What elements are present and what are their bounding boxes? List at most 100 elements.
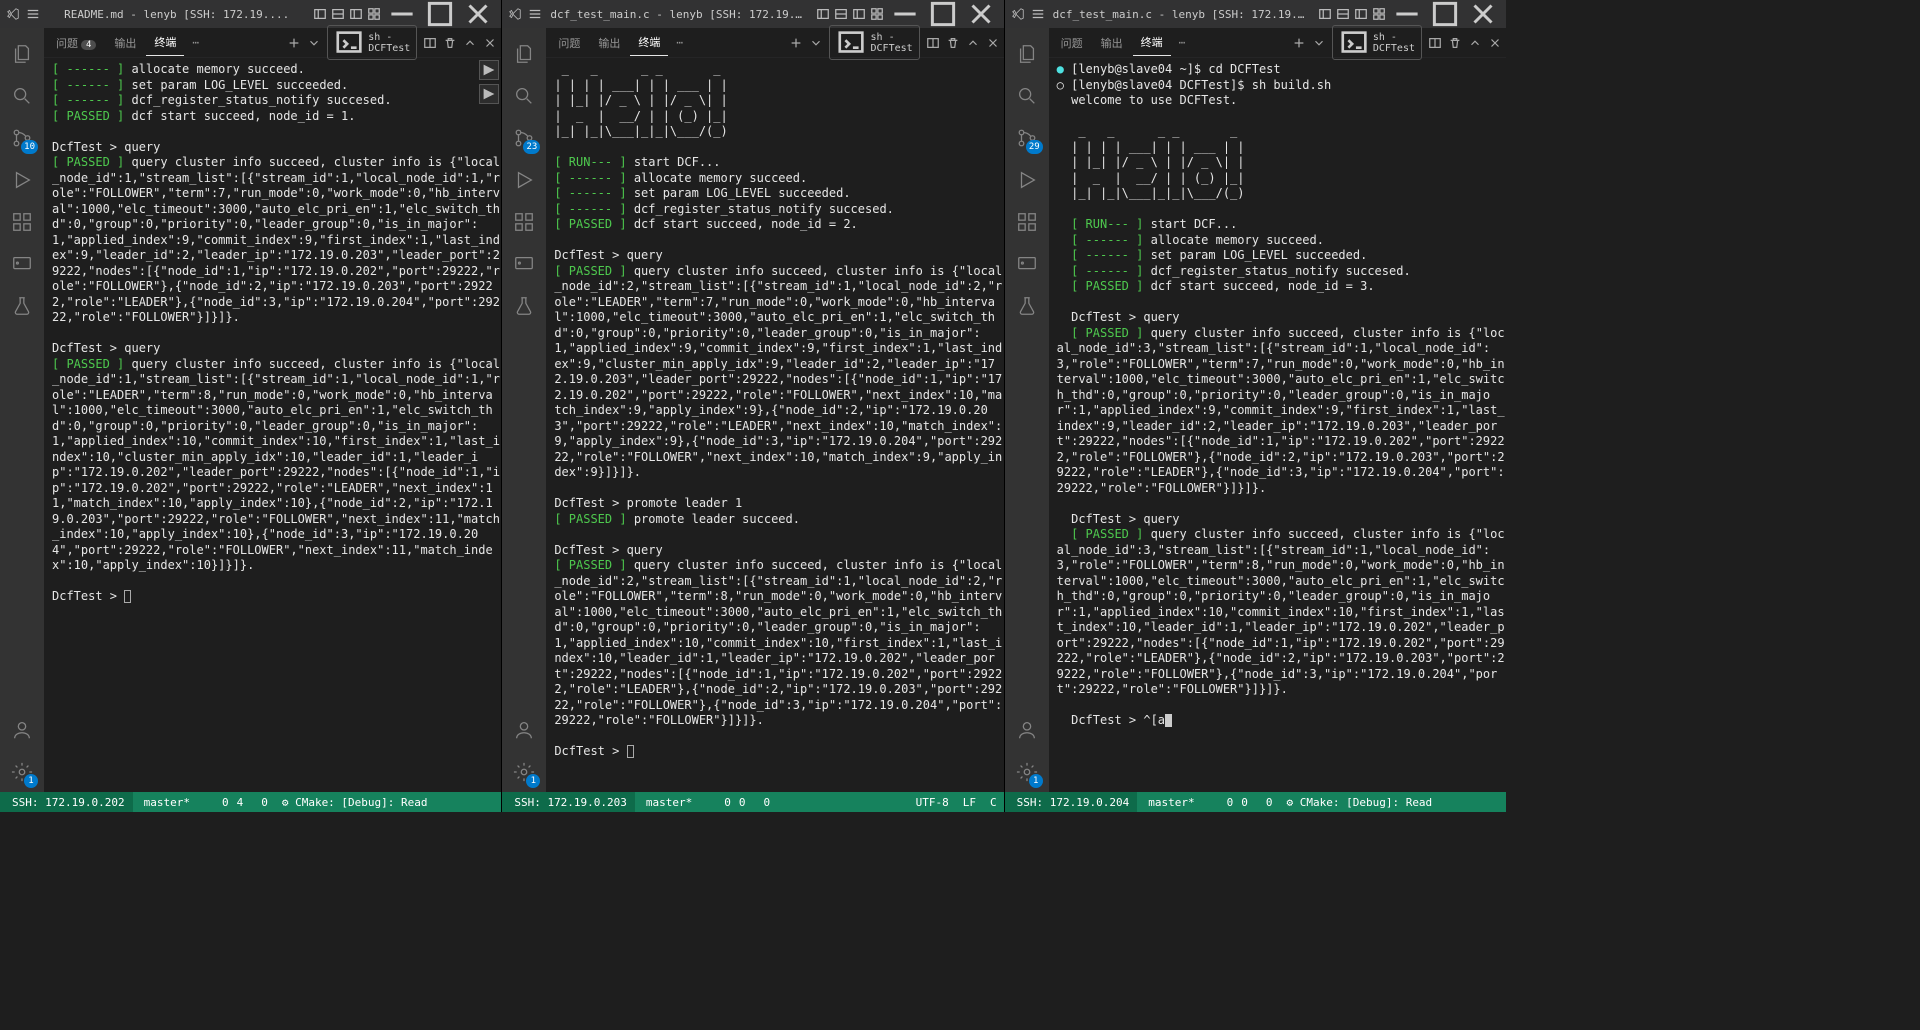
status-eol[interactable]: LF (956, 792, 983, 812)
tab-problems[interactable]: 问题 (1053, 30, 1091, 56)
maximize-panel-icon[interactable] (966, 36, 980, 50)
debug-tab[interactable] (502, 160, 546, 200)
status-problems[interactable]: 0 0 (1216, 792, 1255, 812)
maximize-button[interactable] (423, 0, 457, 28)
search-tab[interactable] (1005, 76, 1049, 116)
tab-terminal[interactable]: 终端 (146, 29, 184, 56)
status-problems[interactable]: 0 4 (211, 792, 250, 812)
terminal-selector[interactable]: sh - DCFTest (829, 25, 919, 59)
explorer-tab[interactable] (1005, 34, 1049, 74)
layout-icon[interactable] (852, 7, 866, 21)
status-remote[interactable]: SSH: 172.19.0.203 (502, 792, 635, 812)
kill-terminal-icon[interactable] (946, 36, 960, 50)
new-terminal-icon[interactable] (1292, 36, 1306, 50)
accounts-tab[interactable] (0, 710, 44, 750)
minimize-button[interactable] (1390, 0, 1424, 28)
kill-terminal-icon[interactable] (443, 36, 457, 50)
split-terminal-icon[interactable] (926, 36, 940, 50)
testing-tab[interactable] (1005, 286, 1049, 326)
status-remote[interactable]: SSH: 172.19.0.202 (0, 792, 133, 812)
more-tabs[interactable]: ⋯ (670, 36, 689, 49)
chevron-down-icon[interactable] (307, 36, 321, 50)
terminal-selector[interactable]: sh - DCFTest (327, 25, 417, 59)
tab-output[interactable]: 输出 (590, 30, 628, 56)
status-branch[interactable]: master* (133, 792, 197, 812)
more-tabs[interactable]: ⋯ (1173, 36, 1192, 49)
status-ports[interactable]: 0 (250, 792, 275, 812)
testing-tab[interactable] (502, 286, 546, 326)
layout-icon[interactable] (349, 7, 363, 21)
grid-icon[interactable] (1372, 7, 1386, 21)
status-ports[interactable]: 0 (753, 792, 778, 812)
search-tab[interactable] (502, 76, 546, 116)
maximize-panel-icon[interactable] (463, 36, 477, 50)
layout-icon[interactable] (834, 7, 848, 21)
close-panel-icon[interactable] (986, 36, 1000, 50)
explorer-tab[interactable] (0, 34, 44, 74)
settings-tab[interactable]: 1 (502, 752, 546, 792)
menu-icon[interactable] (1031, 7, 1045, 21)
tab-problems[interactable]: 问题 (550, 30, 588, 56)
extensions-tab[interactable] (0, 202, 44, 242)
remote-tab[interactable] (1005, 244, 1049, 284)
kill-terminal-icon[interactable] (1448, 36, 1462, 50)
close-button[interactable] (964, 0, 998, 28)
status-remote[interactable]: SSH: 172.19.0.204 (1005, 792, 1138, 812)
tab-output[interactable]: 输出 (1093, 30, 1131, 56)
scm-tab[interactable]: 23 (502, 118, 546, 158)
chevron-down-icon[interactable] (809, 36, 823, 50)
menu-icon[interactable] (528, 7, 542, 21)
split-terminal-icon[interactable] (1428, 36, 1442, 50)
tab-output[interactable]: 输出 (106, 30, 144, 56)
close-button[interactable] (1466, 0, 1500, 28)
terminal-output[interactable]: ● [lenyb@slave04 ~]$ cd DCFTest ○ [lenyb… (1049, 58, 1506, 792)
tab-terminal[interactable]: 终端 (1133, 29, 1171, 56)
tab-terminal[interactable]: 终端 (630, 29, 668, 56)
new-terminal-icon[interactable] (287, 36, 301, 50)
settings-tab[interactable]: 1 (0, 752, 44, 792)
status-sync[interactable] (699, 792, 713, 812)
debug-tab[interactable] (1005, 160, 1049, 200)
testing-tab[interactable] (0, 286, 44, 326)
maximize-button[interactable] (1428, 0, 1462, 28)
terminal-selector[interactable]: sh - DCFTest (1332, 25, 1422, 59)
run-icon[interactable] (479, 60, 499, 80)
extensions-tab[interactable] (502, 202, 546, 242)
maximize-button[interactable] (926, 0, 960, 28)
layout-icon[interactable] (1318, 7, 1332, 21)
grid-icon[interactable] (367, 7, 381, 21)
status-ports[interactable]: 0 (1255, 792, 1280, 812)
status-branch[interactable]: master* (635, 792, 699, 812)
more-tabs[interactable]: ⋯ (186, 36, 205, 49)
status-cmake[interactable]: ⚙ CMake: [Debug]: Read (1279, 792, 1439, 812)
search-tab[interactable] (0, 76, 44, 116)
run-icon[interactable] (479, 84, 499, 104)
layout-icon[interactable] (1336, 7, 1350, 21)
extensions-tab[interactable] (1005, 202, 1049, 242)
split-terminal-icon[interactable] (423, 36, 437, 50)
terminal-output[interactable]: [ ------ ] allocate memory succeed. [ --… (44, 58, 501, 792)
explorer-tab[interactable] (502, 34, 546, 74)
status-encoding[interactable]: UTF-8 (909, 792, 956, 812)
accounts-tab[interactable] (502, 710, 546, 750)
layout-icon[interactable] (331, 7, 345, 21)
status-sync[interactable] (197, 792, 211, 812)
status-problems[interactable]: 0 0 (713, 792, 752, 812)
grid-icon[interactable] (870, 7, 884, 21)
terminal-output[interactable]: _ _ _ _ _ | | | | ___| | | ___ | | | |_|… (546, 58, 1003, 792)
scm-tab[interactable]: 29 (1005, 118, 1049, 158)
scm-tab[interactable]: 10 (0, 118, 44, 158)
menu-icon[interactable] (26, 7, 40, 21)
new-terminal-icon[interactable] (789, 36, 803, 50)
status-cmake[interactable]: ⚙ CMake: [Debug]: Read (275, 792, 435, 812)
status-lang[interactable]: C (983, 792, 1004, 812)
remote-tab[interactable] (0, 244, 44, 284)
debug-tab[interactable] (0, 160, 44, 200)
maximize-panel-icon[interactable] (1468, 36, 1482, 50)
chevron-down-icon[interactable] (1312, 36, 1326, 50)
minimize-button[interactable] (888, 0, 922, 28)
remote-tab[interactable] (502, 244, 546, 284)
close-panel-icon[interactable] (483, 36, 497, 50)
layout-icon[interactable] (1354, 7, 1368, 21)
close-button[interactable] (461, 0, 495, 28)
